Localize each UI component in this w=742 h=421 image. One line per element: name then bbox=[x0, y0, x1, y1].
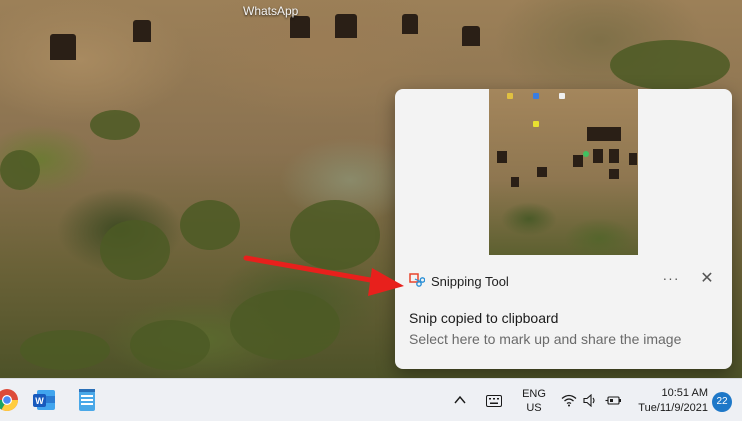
wallpaper-bush bbox=[20, 330, 110, 370]
close-icon[interactable]: ✕ bbox=[697, 269, 717, 289]
wallpaper-bush bbox=[180, 200, 240, 250]
chevron-up-icon[interactable] bbox=[454, 395, 466, 405]
word-icon[interactable]: W bbox=[31, 387, 57, 413]
desktop-icon-label[interactable]: WhatsApp bbox=[243, 4, 298, 18]
wallpaper-tomb bbox=[402, 14, 418, 34]
volume-icon[interactable] bbox=[583, 394, 598, 407]
keyboard-icon[interactable] bbox=[486, 395, 502, 407]
clock-date: Tue/11/9/2021 bbox=[638, 402, 708, 414]
snip-notification[interactable]: Snipping Tool ··· ✕ Snip copied to clipb… bbox=[395, 89, 732, 369]
preview-tomb bbox=[629, 153, 637, 165]
preview-desktop-icon bbox=[583, 151, 589, 157]
preview-tomb bbox=[609, 149, 619, 163]
notification-app-name: Snipping Tool bbox=[431, 273, 509, 289]
notepad-icon[interactable] bbox=[74, 387, 100, 413]
more-horizontal-icon[interactable]: ··· bbox=[661, 269, 681, 289]
preview-tomb bbox=[511, 177, 519, 187]
wallpaper-bush bbox=[130, 320, 210, 370]
svg-text:W: W bbox=[35, 396, 44, 406]
preview-tomb bbox=[609, 169, 619, 179]
notification-header: Snipping Tool bbox=[409, 271, 509, 291]
notification-title: Snip copied to clipboard bbox=[409, 310, 559, 326]
wallpaper-tomb bbox=[462, 26, 480, 46]
wallpaper-bush bbox=[90, 110, 140, 140]
language-indicator[interactable]: ENG US bbox=[521, 387, 547, 415]
language-code: ENG bbox=[522, 388, 546, 400]
wallpaper-tomb bbox=[50, 34, 76, 60]
preview-desktop-icon bbox=[533, 93, 539, 99]
notification-body: Select here to mark up and share the ima… bbox=[409, 331, 682, 347]
wallpaper-tomb bbox=[290, 16, 310, 38]
wallpaper-bush bbox=[610, 40, 730, 90]
battery-icon[interactable] bbox=[605, 394, 622, 407]
wallpaper-bush bbox=[230, 290, 340, 360]
wifi-icon[interactable] bbox=[561, 394, 577, 407]
wallpaper-bush bbox=[290, 200, 380, 270]
wallpaper-tomb bbox=[133, 20, 151, 42]
preview-tomb bbox=[587, 127, 621, 141]
wallpaper-tomb bbox=[335, 14, 357, 38]
taskbar: W ENG US 10:51 AM Tue/11/9/2021 22 bbox=[0, 378, 742, 421]
chrome-icon[interactable] bbox=[0, 387, 20, 413]
preview-tomb bbox=[537, 167, 547, 177]
preview-tomb bbox=[573, 155, 583, 167]
system-clock[interactable]: 10:51 AM Tue/11/9/2021 bbox=[632, 386, 708, 416]
clock-time: 10:51 AM bbox=[661, 387, 708, 399]
wallpaper-bush bbox=[100, 220, 170, 280]
snipping-tool-icon bbox=[409, 273, 425, 287]
notification-count-badge[interactable]: 22 bbox=[712, 392, 732, 412]
language-region: US bbox=[526, 402, 542, 414]
preview-desktop-icon bbox=[533, 121, 539, 127]
preview-desktop-icon bbox=[559, 93, 565, 99]
snip-preview-image[interactable] bbox=[489, 89, 638, 255]
preview-tomb bbox=[593, 149, 603, 163]
preview-desktop-icon bbox=[507, 93, 513, 99]
wallpaper-bush bbox=[0, 150, 40, 190]
preview-tomb bbox=[497, 151, 507, 163]
